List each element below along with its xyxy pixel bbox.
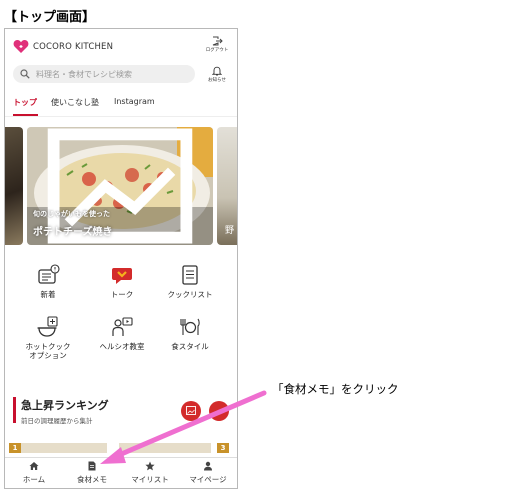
ranking-subtitle: 前日の調理履歴から集計 [21,417,93,425]
heart-logo-icon [13,40,29,53]
search-icon [20,69,30,79]
star-icon [145,461,155,471]
rank-1-photo[interactable] [21,443,107,453]
page-heading: 【トップ画面】 [4,10,96,25]
annotation-callout: 「食材メモ」をクリック [272,382,399,396]
search-input[interactable]: 料理名・食材でレシピ検索 [13,65,195,83]
nav-my-page[interactable]: マイページ [179,461,237,485]
tab-top[interactable]: トップ [13,97,37,108]
carousel-main-slide[interactable]: 旬のじゃがいもを使った ポテトチーズ焼き [27,127,213,245]
rank-1-badge: 1 [9,443,21,453]
menu-food-style-label: 食スタイル [171,342,209,351]
memo-icon [88,461,96,471]
menu-cooklist-label: クックリスト [167,290,213,299]
nav-food-memo[interactable]: 食材メモ [63,461,121,485]
menu-news[interactable]: 新着 [17,263,79,299]
menu-hotcook-label-line1: ホットクック [25,342,71,351]
menu-hotcook-label: ホットクック オプション [17,342,79,361]
slide-title: ポテトチーズ焼き [33,227,113,238]
cooklist-icon [182,265,198,285]
rank-3-badge: 3 [217,443,229,453]
tab-bar: トップ 使いこなし塾 Instagram [5,91,237,117]
menu-hotcook-option[interactable]: ホットクック オプション [17,315,79,361]
news-icon [38,264,60,284]
hotcook-icon [37,316,58,337]
nav-my-list[interactable]: マイリスト [121,461,179,485]
ranking-list-view-button[interactable] [209,401,229,421]
menu-news-label: 新着 [40,290,56,299]
app-logo[interactable]: COCORO KITCHEN [13,39,113,54]
menu-cooklist[interactable]: クックリスト [159,263,221,299]
carousel-next-slide[interactable]: 野 [217,127,237,245]
logout-icon [212,36,223,46]
carousel-prev-slide[interactable] [5,127,23,245]
rank-2-photo[interactable] [119,443,211,453]
menu-talk-label: トーク [110,290,134,299]
bottom-navigation: ホーム 食材メモ マイリスト マイページ [5,457,237,488]
slide-subtitle: 旬のじゃがいもを使った [33,210,110,218]
photo-icon [186,406,196,415]
logout-button[interactable]: ログアウト [203,36,231,53]
menu-hotcook-label-line2: オプション [29,351,67,361]
food-style-icon [180,318,200,335]
nav-my-page-label: マイページ [189,475,227,484]
next-slide-peek-text: 野 [225,226,235,236]
menu-talk[interactable]: トーク [91,263,153,299]
ranking-photo-view-button[interactable] [181,401,201,421]
tab-tips-school[interactable]: 使いこなし塾 [51,97,99,108]
logout-label: ログアウト [205,48,229,53]
ranking-title: 急上昇ランキング [21,399,109,412]
home-icon [29,462,39,470]
bell-icon [212,66,222,76]
feature-menu: 新着 トーク クックリスト ホットクック オプション ヘルシオ教室 食スタイル [5,257,237,377]
nav-home[interactable]: ホーム [5,461,63,485]
search-placeholder: 料理名・食材でレシピ検索 [36,69,132,79]
tab-instagram[interactable]: Instagram [114,97,155,106]
active-tab-indicator [13,114,38,116]
app-header: COCORO KITCHEN ログアウト [5,29,237,63]
logo-text: COCORO KITCHEN [33,41,114,52]
menu-healsio-label: ヘルシオ教室 [99,342,145,351]
healsio-class-icon [112,317,133,336]
person-icon [204,461,212,471]
phone-screen: COCORO KITCHEN ログアウト 料理名・食材でレシピ検索 お知らせ ト… [4,28,238,489]
ranking-accent-bar [13,397,16,423]
notification-button[interactable]: お知らせ [203,66,231,83]
search-row: 料理名・食材でレシピ検索 お知らせ [5,63,237,89]
notification-label: お知らせ [208,78,226,83]
menu-food-style[interactable]: 食スタイル [159,315,221,351]
talk-icon [112,268,132,284]
nav-home-label: ホーム [22,475,46,484]
menu-healsio-class[interactable]: ヘルシオ教室 [91,315,153,351]
nav-food-memo-label: 食材メモ [77,475,107,484]
recipe-carousel[interactable]: 旬のじゃがいもを使った ポテトチーズ焼き 野 [5,127,237,247]
ranking-section: 急上昇ランキング 前日の調理履歴から集計 1 3 [5,391,237,453]
nav-my-list-label: マイリスト [131,475,169,484]
